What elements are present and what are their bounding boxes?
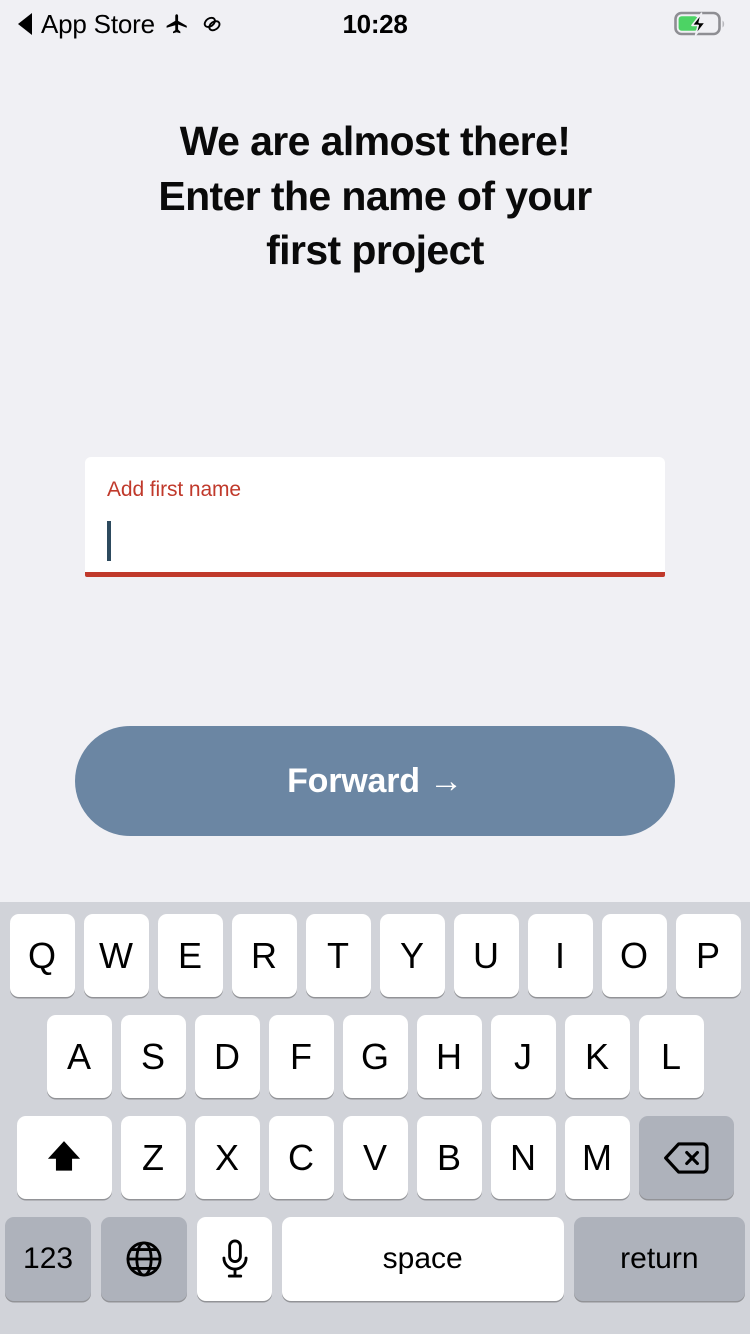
shift-arrow-icon (41, 1135, 87, 1181)
status-bar-battery (674, 9, 728, 39)
keyboard-row-4: 123 space return (0, 1217, 750, 1301)
key-u[interactable]: U (453, 914, 519, 997)
project-name-input-row[interactable] (107, 520, 643, 562)
forward-button[interactable]: Forward → (75, 726, 675, 836)
key-r[interactable]: R (231, 914, 297, 997)
key-h[interactable]: H (416, 1015, 482, 1098)
key-y[interactable]: Y (379, 914, 445, 997)
status-bar-back-breadcrumb[interactable]: App Store (18, 11, 225, 37)
project-name-field[interactable]: Add first name (85, 457, 665, 577)
microphone-icon (216, 1238, 254, 1280)
shift-key[interactable] (16, 1116, 112, 1199)
key-p[interactable]: P (675, 914, 741, 997)
key-a[interactable]: A (46, 1015, 112, 1098)
status-bar: App Store 10:28 (0, 0, 750, 48)
key-b[interactable]: B (416, 1116, 482, 1199)
battery-charging-icon (674, 9, 728, 39)
key-z[interactable]: Z (120, 1116, 186, 1199)
onscreen-keyboard: QWERTYUIOP ASDFGHJKL ZXCVBNM 123 space r… (0, 902, 750, 1334)
project-name-field-label: Add first name (107, 478, 241, 501)
return-key[interactable]: return (573, 1217, 745, 1301)
link-icon (199, 11, 225, 37)
key-v[interactable]: V (342, 1116, 408, 1199)
key-k[interactable]: K (564, 1015, 630, 1098)
keyboard-row-1: QWERTYUIOP (0, 914, 750, 997)
keyboard-row-3: ZXCVBNM (0, 1116, 750, 1199)
key-w[interactable]: W (83, 914, 149, 997)
key-f[interactable]: F (268, 1015, 334, 1098)
project-name-field-wrapper: Add first name (85, 457, 665, 577)
key-g[interactable]: G (342, 1015, 408, 1098)
key-j[interactable]: J (490, 1015, 556, 1098)
backspace-delete-icon (662, 1138, 710, 1178)
key-n[interactable]: N (490, 1116, 556, 1199)
key-s[interactable]: S (120, 1015, 186, 1098)
status-bar-app-name[interactable]: App Store (41, 11, 155, 37)
page-title-line-1: We are almost there! (179, 118, 571, 164)
keyboard-row-2: ASDFGHJKL (0, 1015, 750, 1098)
key-e[interactable]: E (157, 914, 223, 997)
page-title-line-3: first project (266, 227, 484, 274)
key-m[interactable]: M (564, 1116, 630, 1199)
key-d[interactable]: D (194, 1015, 260, 1098)
dictation-key[interactable] (197, 1217, 272, 1301)
key-o[interactable]: O (601, 914, 667, 997)
key-q[interactable]: Q (9, 914, 75, 997)
globe-key[interactable] (101, 1217, 188, 1301)
main-content: We are almost there! Enter the name of y… (0, 114, 750, 968)
key-i[interactable]: I (527, 914, 593, 997)
airplane-mode-icon (164, 11, 190, 37)
globe-icon (123, 1238, 165, 1280)
back-triangle-icon[interactable] (18, 13, 32, 35)
page-title: We are almost there! Enter the name of y… (40, 114, 710, 278)
key-t[interactable]: T (305, 914, 371, 997)
key-l[interactable]: L (638, 1015, 704, 1098)
key-x[interactable]: X (194, 1116, 260, 1199)
space-key[interactable]: space (281, 1217, 564, 1301)
numeric-mode-key[interactable]: 123 (5, 1217, 92, 1301)
page-title-line-2: Enter the name of your (158, 172, 592, 219)
keyboard-row-3-letters: ZXCVBNM (120, 1116, 630, 1199)
text-caret (107, 521, 111, 561)
backspace-key[interactable] (638, 1116, 734, 1199)
key-c[interactable]: C (268, 1116, 334, 1199)
